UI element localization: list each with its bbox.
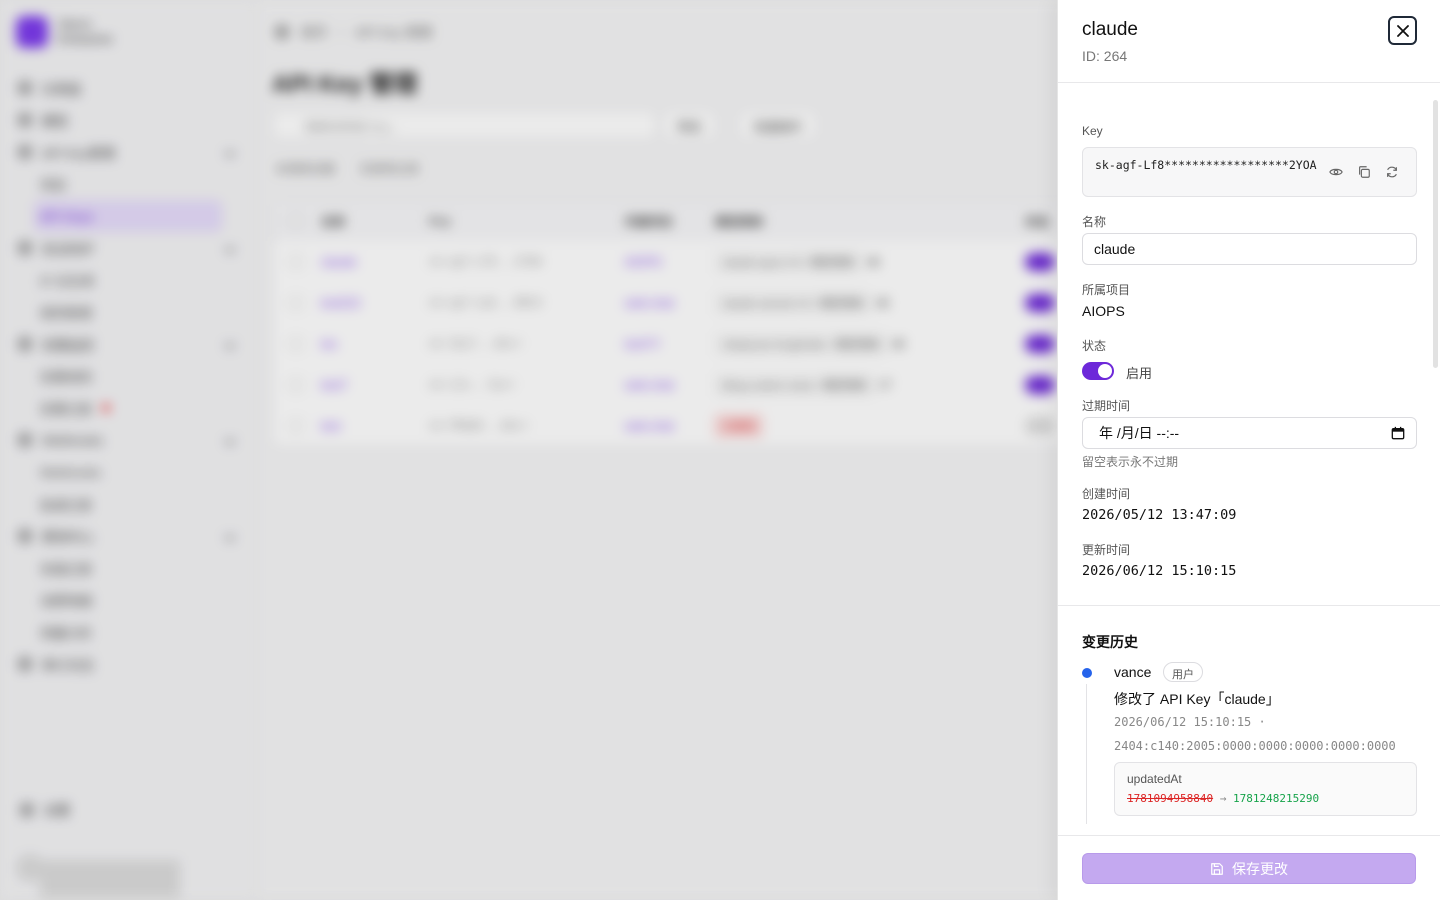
history-ip: 2404:c140:2005:0000:0000:0000:0000:0000 [1114,739,1396,753]
history-action: 修改了 API Key「claude」 [1114,691,1280,707]
timeline-line [1086,684,1087,824]
refresh-icon[interactable] [1384,164,1400,180]
section-divider [1058,605,1440,606]
name-label: 名称 [1082,215,1107,229]
drawer-id: ID: 264 [1082,48,1128,64]
status-toggle[interactable] [1082,362,1114,380]
drawer-header: claude ID: 264 [1058,0,1440,83]
save-button[interactable]: 保存更改 [1082,853,1416,884]
history-time: 2026/06/12 15:10:15 · [1114,715,1266,729]
key-label: Key [1082,124,1103,138]
history-user: vance [1114,664,1152,680]
save-button-label: 保存更改 [1232,860,1288,877]
key-display: sk-agf-Lf8******************2YOA [1082,147,1417,197]
status-label: 状态 [1082,339,1107,353]
drawer-title: claude [1082,19,1138,40]
history-role-badge: 用户 [1163,662,1203,682]
key-value: sk-agf-Lf8******************2YOA [1095,158,1317,172]
expire-placeholder: 年 /月/日 --:-- [1099,425,1180,441]
drawer-body[interactable]: Key sk-agf-Lf8******************2YOA 名称 … [1058,84,1440,835]
name-input[interactable]: claude [1082,233,1417,265]
calendar-icon[interactable] [1391,426,1405,440]
diff-values: 1781094958840 → 1781248215290 [1127,792,1319,805]
created-value: 2026/05/12 13:47:09 [1082,507,1237,523]
expire-label: 过期时间 [1082,399,1131,413]
save-icon [1211,862,1223,875]
project-value: AIOPS [1082,303,1125,319]
diff-arrow: → [1219,792,1227,805]
project-label: 所属项目 [1082,283,1131,297]
scrollbar[interactable] [1433,100,1438,368]
created-label: 创建时间 [1082,487,1131,501]
status-value: 启用 [1126,366,1153,381]
close-icon [1396,24,1409,37]
api-key-detail-drawer: claude ID: 264 Key sk-agf-Lf8***********… [1057,0,1440,900]
drawer-footer: 保存更改 [1058,835,1440,900]
history-diff: updatedAt 1781094958840 → 1781248215290 [1114,762,1417,816]
copy-icon[interactable] [1356,164,1372,180]
diff-old-value: 1781094958840 [1127,792,1214,805]
updated-label: 更新时间 [1082,543,1131,557]
updated-value: 2026/06/12 15:10:15 [1082,563,1237,579]
expire-datetime-input[interactable]: 年 /月/日 --:-- [1082,417,1417,449]
timeline-dot [1082,668,1092,678]
history-title: 变更历史 [1082,634,1138,650]
toggle-knob [1098,364,1112,378]
modal-backdrop[interactable] [0,0,1057,900]
diff-new-value: 1781248215290 [1232,792,1320,805]
close-button[interactable] [1388,16,1417,45]
diff-field-name: updatedAt [1127,772,1182,786]
eye-icon[interactable] [1328,164,1344,180]
expire-hint: 留空表示永不过期 [1082,455,1179,469]
